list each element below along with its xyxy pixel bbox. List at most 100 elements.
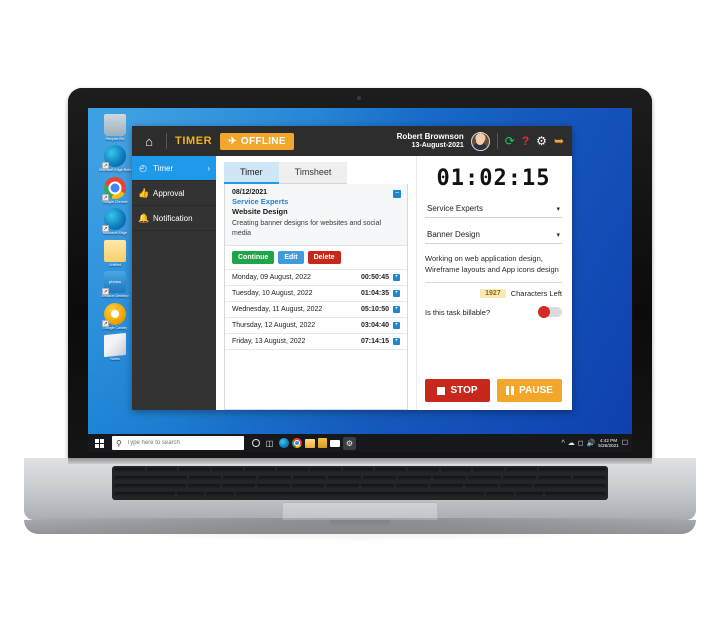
- taskbar-search[interactable]: ⚲: [112, 436, 244, 450]
- notes-input[interactable]: Working on web application design, Wiref…: [425, 253, 562, 283]
- clock-date: 5/26/2021: [598, 443, 619, 448]
- shortcut-badge-icon: ↗: [102, 225, 109, 233]
- sidebar-item-approval[interactable]: 👍 Approval: [132, 181, 216, 206]
- tray-chevron-up-icon[interactable]: ^: [561, 440, 564, 447]
- chrome-taskbar-icon[interactable]: [292, 438, 302, 448]
- search-input[interactable]: [124, 439, 240, 447]
- edge-taskbar-icon[interactable]: [279, 438, 289, 448]
- add-entry-icon[interactable]: +: [393, 337, 400, 345]
- refresh-icon[interactable]: ⟳: [505, 135, 515, 147]
- logout-icon[interactable]: ➥: [554, 135, 564, 147]
- tab-timesheet[interactable]: Timsheet: [278, 162, 348, 184]
- day-duration: 07:14:15: [360, 337, 389, 345]
- add-entry-icon[interactable]: +: [393, 289, 400, 297]
- billable-toggle[interactable]: [538, 306, 562, 318]
- entry-client[interactable]: Service Experts: [232, 197, 400, 206]
- desktop-icon[interactable]: ↗ Google Chrome: [93, 175, 137, 204]
- sidebar-item-notification[interactable]: 🔔 Notification: [132, 206, 216, 231]
- desktop-icon[interactable]: ↗ Microsoft Edge: [93, 206, 137, 235]
- windows-desktop: Recycle Bin ↗ Microsoft Edge Beta ↗ Goog…: [88, 108, 632, 452]
- tray-onedrive-icon[interactable]: ☁: [568, 439, 575, 447]
- app-brand-title: TIMER: [175, 135, 213, 147]
- tray-network-icon[interactable]: ◻: [578, 439, 584, 447]
- day-list: Monday, 09 August, 2022 00:50:45 + Tuesd…: [225, 268, 407, 409]
- help-icon[interactable]: ?: [522, 135, 529, 147]
- edge-beta-icon: ↗: [102, 145, 126, 170]
- list-item[interactable]: Tuesday, 10 August, 2022 01:04:35 +: [225, 284, 407, 301]
- mail-icon[interactable]: [330, 439, 340, 447]
- header-divider: [166, 133, 167, 149]
- task-select[interactable]: Banner Design ▾: [425, 227, 562, 244]
- characters-left-count: 1927: [480, 289, 506, 298]
- add-entry-icon[interactable]: +: [393, 273, 400, 281]
- windows-logo-icon: [94, 438, 104, 448]
- chrome-canary-icon: ↗: [102, 302, 126, 327]
- system-tray: ^ ☁ ◻ 🔊 4:42 PM 5/26/2021 ☐: [561, 438, 632, 449]
- file-explorer-icon[interactable]: [305, 438, 315, 448]
- toggle-knob: [538, 306, 550, 318]
- tab-timer[interactable]: Timer: [224, 162, 279, 184]
- desktop-icon[interactable]: Untitled: [93, 238, 137, 267]
- list-item[interactable]: Wednesday, 11 August, 2022 05:10:50 +: [225, 300, 407, 317]
- bell-icon: 🔔: [138, 212, 150, 223]
- recycle-bin-icon: [104, 114, 126, 136]
- task-select-value: Banner Design: [427, 230, 480, 239]
- settings-taskbar-icon[interactable]: ⚙: [343, 436, 356, 450]
- client-select[interactable]: Service Experts ▾: [425, 201, 562, 218]
- day-duration: 05:10:50: [360, 305, 389, 313]
- edit-button[interactable]: Edit: [278, 250, 304, 264]
- chevron-down-icon: ▾: [556, 205, 560, 213]
- list-item[interactable]: Thursday, 12 August, 2022 03:04:40 +: [225, 316, 407, 333]
- characters-left-row: 1927 Characters Left: [425, 289, 562, 298]
- start-button[interactable]: [88, 434, 110, 452]
- client-select-value: Service Experts: [427, 204, 484, 213]
- user-date: 13-August-2021: [411, 141, 464, 149]
- list-item[interactable]: Monday, 09 August, 2022 00:50:45 +: [225, 268, 407, 285]
- pause-button[interactable]: PAUSE: [497, 379, 562, 402]
- offline-status-badge[interactable]: ✈ OFFLINE: [220, 132, 294, 150]
- sidebar-item-label: Approval: [153, 188, 185, 198]
- continue-button[interactable]: Continue: [232, 250, 275, 264]
- clock-icon: ◴: [139, 162, 147, 173]
- search-icon: ⚲: [116, 438, 122, 448]
- sidebar: ◴ Timer › 👍 Approval 🔔 Notification: [132, 156, 216, 410]
- header-right-group: Robert Brownson 13-August-2021 ⟳ ? ⚙ ➥: [397, 131, 564, 151]
- desktop-icon[interactable]: Recycle Bin: [93, 112, 137, 141]
- desktop-icon[interactable]: Notes: [93, 332, 137, 361]
- sidebar-item-timer[interactable]: ◴ Timer ›: [132, 156, 216, 181]
- stop-button[interactable]: STOP: [425, 379, 490, 402]
- pause-bars-icon: [506, 386, 515, 395]
- photos-icon-text: photos: [108, 279, 121, 285]
- delete-button[interactable]: Delete: [307, 250, 341, 264]
- tray-volume-icon[interactable]: 🔊: [587, 439, 596, 447]
- add-entry-icon[interactable]: +: [393, 321, 400, 329]
- action-center-icon[interactable]: ☐: [622, 439, 628, 447]
- gear-icon[interactable]: ⚙: [536, 135, 547, 147]
- microsoft-store-icon[interactable]: [318, 438, 327, 448]
- home-icon[interactable]: ⌂: [140, 132, 158, 150]
- list-item-empty: [225, 348, 407, 358]
- taskbar-clock[interactable]: 4:42 PM 5/26/2021: [598, 438, 618, 449]
- keyboard-row: [114, 468, 606, 474]
- desktop-icon[interactable]: ↗ Microsoft Edge Beta: [93, 143, 137, 172]
- desktop-icon-label: Google Canary: [102, 325, 128, 330]
- desktop-icon-label: Microsoft Edge Beta: [98, 168, 132, 173]
- sidebar-item-label: Notification: [153, 213, 193, 223]
- list-item[interactable]: Friday, 13 August, 2022 07:14:15 +: [225, 332, 407, 349]
- desktop-icon[interactable]: ↗ Google Canary: [93, 301, 137, 330]
- sidebar-item-label: Timer: [153, 163, 174, 173]
- desktop-icon[interactable]: photos ↗ Amazon Desktop: [93, 269, 137, 298]
- entry-action-buttons: Continue Edit Delete: [225, 246, 407, 269]
- cortana-icon[interactable]: [252, 439, 260, 447]
- webcam-icon: [357, 96, 361, 100]
- collapse-icon[interactable]: −: [393, 190, 401, 198]
- day-duration: 00:50:45: [360, 273, 389, 281]
- entry-date: 08/12/2021: [232, 189, 268, 196]
- day-label: Wednesday, 11 August, 2022: [232, 305, 323, 313]
- pause-button-label: PAUSE: [519, 385, 553, 396]
- add-entry-icon[interactable]: +: [393, 305, 400, 313]
- thumbs-up-icon: 👍: [138, 187, 150, 198]
- day-label: Thursday, 12 August, 2022: [232, 321, 316, 329]
- avatar[interactable]: [470, 131, 490, 151]
- task-view-icon[interactable]: ◫: [263, 437, 276, 450]
